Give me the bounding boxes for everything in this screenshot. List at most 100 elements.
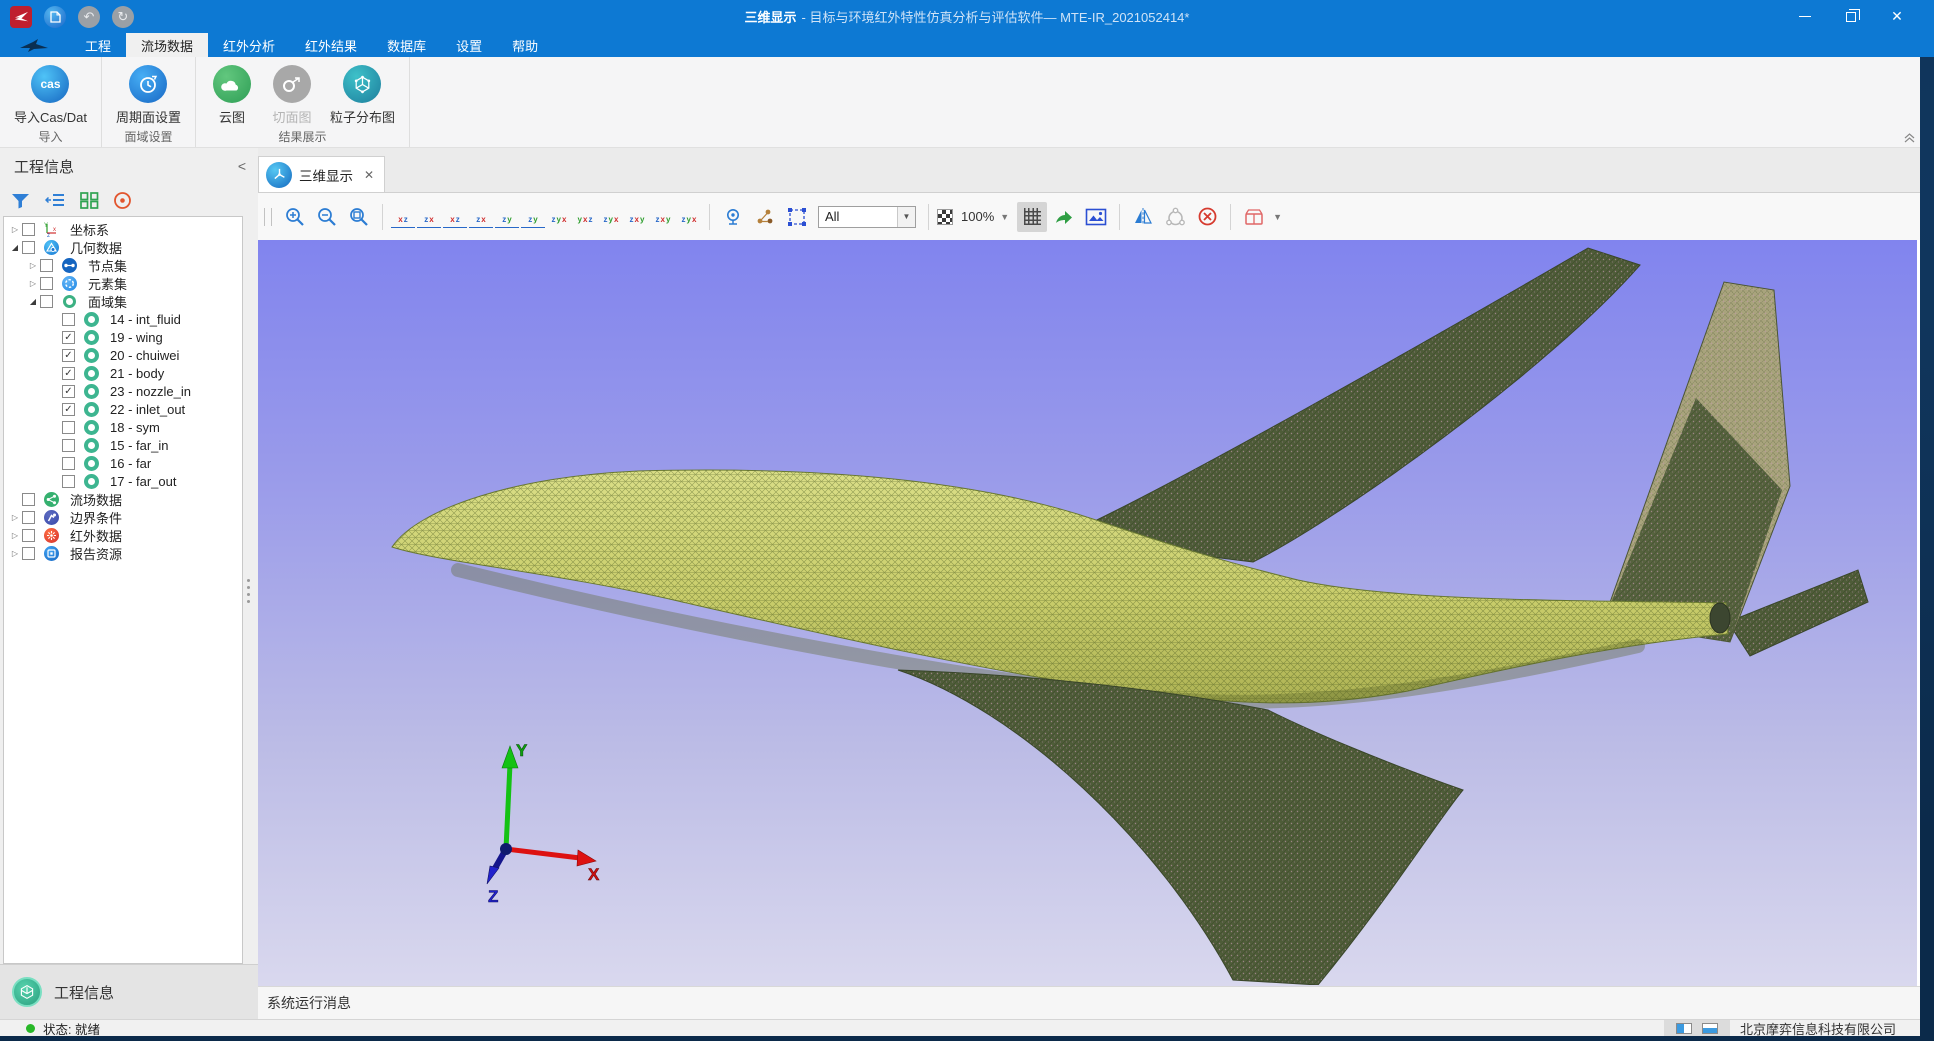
redo-button[interactable]: ↻	[112, 6, 134, 28]
zoom-in-icon[interactable]	[280, 202, 310, 232]
tree-item[interactable]: 流场数据	[4, 490, 242, 508]
filter-funnel-icon[interactable]	[10, 192, 31, 209]
tree-item[interactable]: ✓22 - inlet_out	[4, 400, 242, 418]
ribbon-button-particle[interactable]: 粒子分布图	[324, 63, 401, 128]
splitter-handle[interactable]	[247, 575, 251, 607]
tree-checkbox[interactable]: ✓	[62, 403, 75, 416]
section-box-button[interactable]	[1239, 202, 1269, 232]
snapshot-button[interactable]	[1081, 202, 1111, 232]
zoom-level-value[interactable]: 100%	[961, 209, 994, 224]
tree-item[interactable]: 17 - far_out	[4, 472, 242, 490]
zoom-fit-icon[interactable]	[344, 202, 374, 232]
view-iso-2[interactable]: yxz	[573, 206, 597, 228]
toolbar-grip[interactable]	[264, 208, 272, 226]
target-icon[interactable]	[113, 191, 132, 210]
tree-item[interactable]: ▷边界条件	[4, 508, 242, 526]
display-filter-combobox[interactable]: All▼	[818, 206, 916, 228]
layout-bottom-panel-icon[interactable]	[1702, 1023, 1718, 1034]
view-iso-5[interactable]: zxy	[651, 206, 675, 228]
menu-item-6[interactable]: 设置	[441, 33, 497, 57]
delete-button[interactable]	[1192, 202, 1222, 232]
zoom-level-caret-icon[interactable]: ▼	[1000, 212, 1009, 222]
ribbon-button-cloud[interactable]: 云图	[204, 63, 260, 128]
app-icon[interactable]	[10, 6, 32, 28]
tree-checkbox[interactable]	[22, 547, 35, 560]
tree-checkbox[interactable]	[22, 493, 35, 506]
tree-item[interactable]: ▷报告资源	[4, 544, 242, 562]
combobox-dropdown-icon[interactable]: ▼	[897, 207, 915, 227]
tree-item[interactable]: ✓20 - chuiwei	[4, 346, 242, 364]
probe-icon[interactable]	[718, 202, 748, 232]
view-top[interactable]: zy	[495, 206, 519, 228]
panel-footer-button[interactable]: 工程信息	[0, 964, 258, 1019]
undo-button[interactable]: ↶	[78, 6, 100, 28]
tree-checkbox[interactable]: ✓	[62, 349, 75, 362]
tree-checkbox[interactable]	[62, 421, 75, 434]
tree-checkbox[interactable]: ✓	[62, 331, 75, 344]
mirror-button[interactable]	[1128, 202, 1158, 232]
collapsed-arrow-icon[interactable]: ▷	[8, 549, 22, 558]
tree-checkbox[interactable]	[22, 511, 35, 524]
panel-collapse-button[interactable]: <	[238, 158, 246, 174]
tree-checkbox[interactable]	[40, 259, 53, 272]
layout-left-panel-icon[interactable]	[1676, 1023, 1692, 1034]
restore-button[interactable]	[1828, 0, 1874, 33]
close-button[interactable]: ✕	[1874, 0, 1920, 33]
tree-checkbox[interactable]	[62, 457, 75, 470]
grid-toggle-button[interactable]	[1017, 202, 1047, 232]
tree-checkbox[interactable]	[40, 277, 53, 290]
menu-item-2[interactable]: 流场数据	[126, 33, 208, 57]
tab-close-icon[interactable]: ✕	[364, 168, 374, 182]
tree-item[interactable]: ✓21 - body	[4, 364, 242, 382]
menu-item-5[interactable]: 数据库	[372, 33, 441, 57]
tab-3d-view[interactable]: 三维显示 ✕	[258, 156, 385, 192]
tree-item[interactable]: ✓23 - nozzle_in	[4, 382, 242, 400]
tree-checkbox[interactable]: ✓	[62, 367, 75, 380]
tree-checkbox[interactable]	[62, 439, 75, 452]
view-iso-3[interactable]: zyx	[599, 206, 623, 228]
select-region-icon[interactable]	[782, 202, 812, 232]
tree-item[interactable]: 16 - far	[4, 454, 242, 472]
tree-item[interactable]: ◢面域集	[4, 292, 242, 310]
menu-item-7[interactable]: 帮助	[497, 33, 553, 57]
collapsed-arrow-icon[interactable]: ▷	[8, 513, 22, 522]
menu-item-3[interactable]: 红外分析	[208, 33, 290, 57]
tree-checkbox[interactable]	[62, 475, 75, 488]
expanded-arrow-icon[interactable]: ◢	[8, 243, 22, 252]
particle-nodes-icon[interactable]	[750, 202, 780, 232]
view-bottom[interactable]: zy	[521, 206, 545, 228]
tree-item[interactable]: ▷元素集	[4, 274, 242, 292]
transparency-checker-icon[interactable]	[937, 209, 953, 225]
collapsed-arrow-icon[interactable]: ▷	[8, 225, 22, 234]
export-arrow-button[interactable]	[1049, 202, 1079, 232]
tree-item[interactable]: ✓19 - wing	[4, 328, 242, 346]
tree-item[interactable]: ▷节点集	[4, 256, 242, 274]
menu-item-4[interactable]: 红外结果	[290, 33, 372, 57]
view-right[interactable]: zx	[469, 206, 493, 228]
view-iso-6[interactable]: zyx	[677, 206, 701, 228]
grid-view-icon[interactable]	[80, 192, 99, 209]
view-iso-4[interactable]: zxy	[625, 206, 649, 228]
tree-checkbox[interactable]	[22, 241, 35, 254]
ribbon-button-cas[interactable]: cas导入Cas/Dat	[8, 63, 93, 128]
zoom-out-icon[interactable]	[312, 202, 342, 232]
list-outline-icon[interactable]	[45, 192, 66, 208]
view-left[interactable]: xz	[443, 206, 467, 228]
expanded-arrow-icon[interactable]: ◢	[26, 297, 40, 306]
collapsed-arrow-icon[interactable]: ▷	[26, 261, 40, 270]
tree-item[interactable]: ▷红外数据	[4, 526, 242, 544]
ribbon-collapse-icon[interactable]	[1903, 131, 1916, 146]
tree-checkbox[interactable]	[62, 313, 75, 326]
save-button[interactable]	[44, 6, 66, 28]
collapsed-arrow-icon[interactable]: ▷	[8, 531, 22, 540]
minimize-button[interactable]	[1782, 0, 1828, 33]
view-iso-1[interactable]: zyx	[547, 206, 571, 228]
tree-item[interactable]: ▷Yzx坐标系	[4, 220, 242, 238]
view-front[interactable]: xz	[391, 206, 415, 228]
tree-item[interactable]: 14 - int_fluid	[4, 310, 242, 328]
tree-item[interactable]: 15 - far_in	[4, 436, 242, 454]
tree-item[interactable]: ◢几何数据	[4, 238, 242, 256]
chevron-down-icon[interactable]: ▼	[1273, 212, 1282, 222]
viewport-3d[interactable]: Y X Z	[258, 240, 1920, 986]
tree-item[interactable]: 18 - sym	[4, 418, 242, 436]
